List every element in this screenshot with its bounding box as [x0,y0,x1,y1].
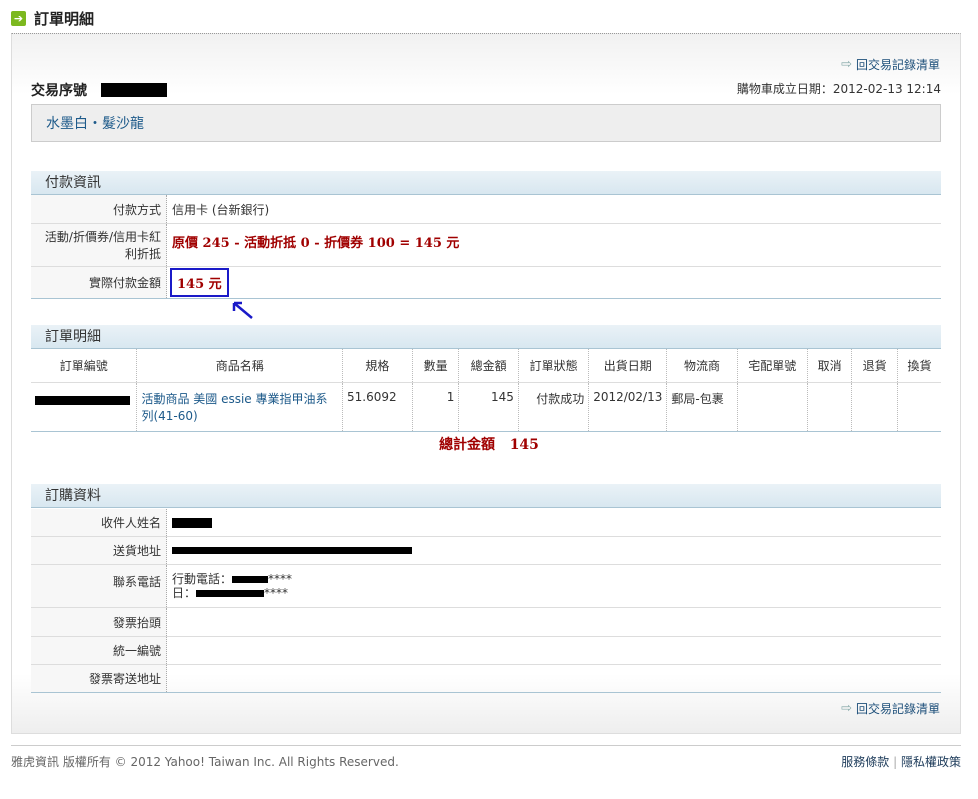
carrier-cell: 郵局-包裹 [666,382,738,431]
day-phone: 日： **** [172,586,936,600]
order-section-title: 訂單明細 [31,325,941,349]
table-row: 活動商品 美國 essie 專業指甲油系列(41-60) 51.6092 1 1… [31,382,941,431]
col-product: 商品名稱 [136,349,343,383]
redacted-mobile [232,576,269,583]
phone-label: 聯系電話 [31,565,167,607]
day-label: 日： [172,586,197,600]
col-carrier: 物流商 [666,349,738,383]
discount-label: 活動/折價券/信用卡紅利折抵 [31,224,167,266]
qty-cell: 1 [412,382,460,431]
mobile-label: 行動電話： [172,572,233,586]
day-mask: **** [264,586,289,600]
col-spec: 規格 [342,349,413,383]
page-header: ➔ 訂單明細 [11,8,94,28]
transaction-number-label: 交易序號 [31,83,87,99]
address-label: 送貨地址 [31,537,167,564]
col-qty: 數量 [412,349,460,383]
col-tracking: 宅配單號 [737,349,808,383]
total-label: 總計金額 [439,437,496,453]
back-link-label: 回交易記錄清單 [855,58,940,72]
redacted-day-phone [196,590,265,597]
spec-cell: 51.6092 [342,382,413,431]
buyer-section-title: 訂購資料 [31,484,941,508]
payment-method-label: 付款方式 [31,195,167,223]
redacted-transaction-id [101,83,167,97]
order-table: 訂單編號 商品名稱 規格 數量 總金額 訂單狀態 出貨日期 物流商 宅配單號 取… [31,349,941,432]
footer: 雅虎資訊 版權所有 © 2012 Yahoo! Taiwan Inc. All … [11,745,961,770]
terms-link[interactable]: 服務條款 [841,755,889,769]
payment-method-value: 信用卡 (台新銀行) [172,202,270,217]
status-cell: 付款成功 [518,382,590,431]
invoice-address-label: 發票寄送地址 [31,665,167,692]
back-to-transactions-link-top[interactable]: ⇨ 回交易記錄清單 [841,56,940,73]
copyright: 雅虎資訊 版權所有 © 2012 Yahoo! Taiwan Inc. All … [11,755,399,769]
total-value: 145 [509,437,539,453]
discount-value: 原價 245 - 活動折抵 0 - 折價券 100 = 145 元 [172,236,460,251]
actual-paid-label: 實際付款金額 [31,267,167,298]
col-status: 訂單狀態 [518,349,590,383]
order-total: 總計金額 145 [0,434,978,454]
payment-section-title: 付款資訊 [31,171,941,195]
product-link[interactable]: 活動商品 美國 essie 專業指甲油系列(41-60) [141,392,327,423]
arrow-right-icon: ➔ [11,10,26,26]
ship-date-cell: 2012/02/13 [588,382,668,431]
transaction-number: 交易序號 [31,80,167,100]
footer-separator: | [893,755,898,769]
amount-cell: 145 [458,382,519,431]
tax-id-label: 統一編號 [31,637,167,664]
back-to-transactions-link-bottom[interactable]: ⇨ 回交易記錄清單 [841,700,940,717]
redacted-name [172,517,212,528]
cart-created-date: 購物車成立日期：2012-02-13 12:14 [736,82,941,96]
col-amount: 總金額 [458,349,519,383]
payment-info-table: 付款方式 信用卡 (台新銀行) 活動/折價券/信用卡紅利折抵 原價 245 - 活動… [31,195,941,299]
actual-paid-value: 145 元 [170,268,229,297]
shop-name[interactable]: 水墨白・髮沙龍 [31,104,941,142]
buyer-info-table: 收件人姓名 送貨地址 聯系電話 行動電話： **** 日： **** 發票抬頭 統一… [31,509,941,693]
order-table-header: 訂單編號 商品名稱 規格 數量 總金額 訂單狀態 出貨日期 物流商 宅配單號 取… [31,349,941,383]
back-link-label: 回交易記錄清單 [855,702,940,716]
mobile-phone: 行動電話： **** [172,572,936,586]
page-title: 訂單明細 [34,9,95,28]
privacy-link[interactable]: 隱私權政策 [901,755,961,769]
mobile-mask: **** [268,572,293,586]
col-order-no: 訂單編號 [31,349,138,383]
return-arrow-icon: ⇨ [841,57,852,72]
invoice-title-label: 發票抬頭 [31,608,167,636]
return-arrow-icon: ⇨ [841,701,852,716]
col-return: 退貨 [851,349,898,383]
col-exchange: 換貨 [897,349,941,383]
annotation-arrow-icon [232,301,253,319]
recipient-name-label: 收件人姓名 [31,509,167,536]
redacted-address [172,547,412,554]
col-cancel: 取消 [807,349,853,383]
redacted-order-no [35,395,130,405]
col-ship-date: 出貨日期 [588,349,668,383]
